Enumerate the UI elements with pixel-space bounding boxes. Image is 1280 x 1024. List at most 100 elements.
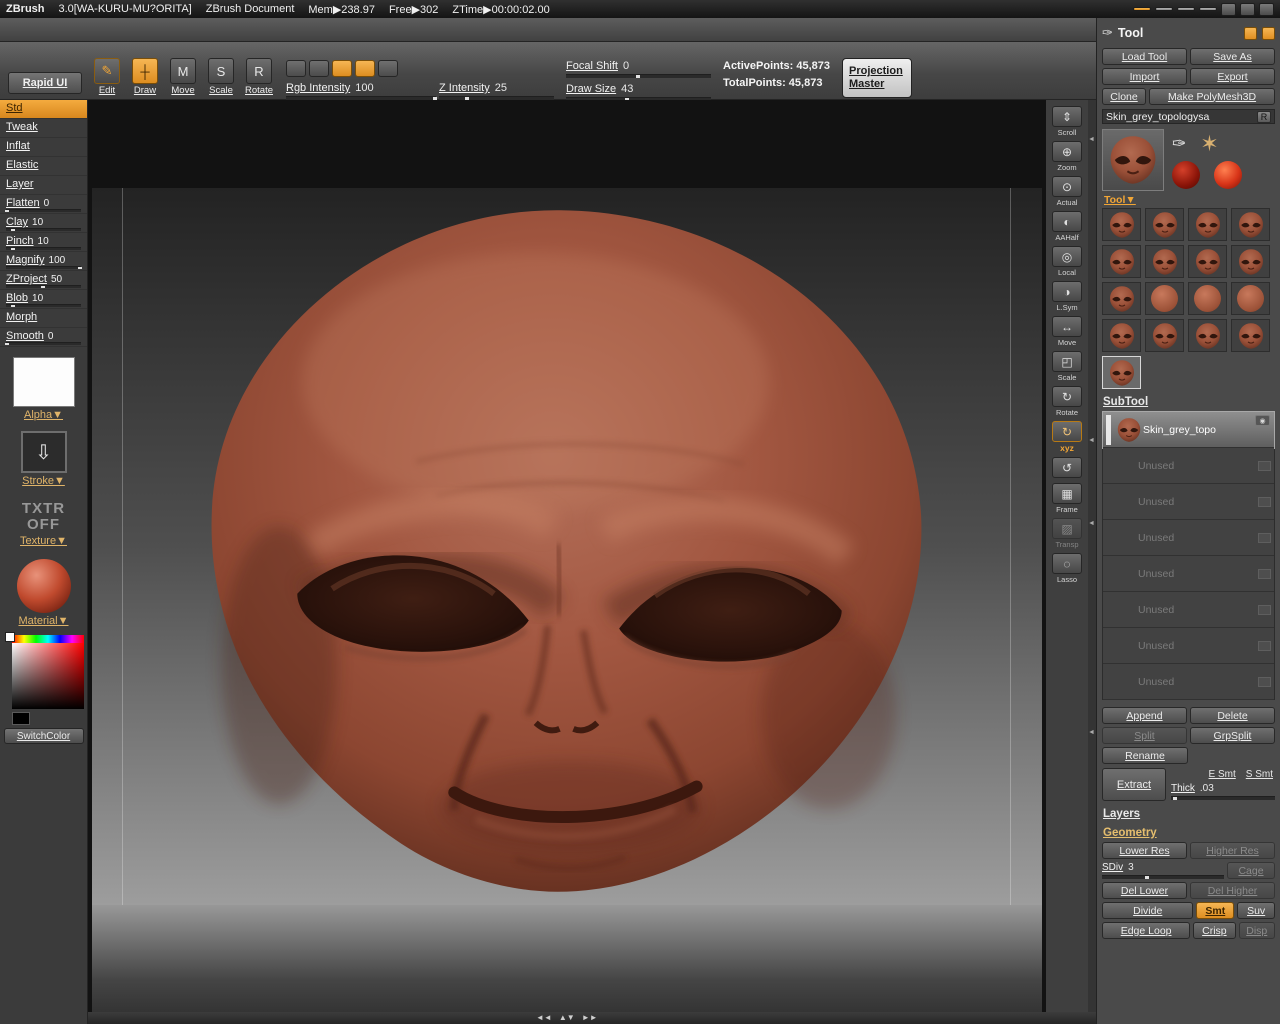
transform-mode-button[interactable]: M Move [168,58,198,96]
brush-preset-item[interactable]: Layer [0,176,87,195]
subtool-item-unused[interactable]: Unused [1103,484,1274,520]
main-color-swatch[interactable] [12,712,30,725]
tool-inventory-thumbnail[interactable] [1188,245,1227,278]
texture-off-indicator[interactable]: TXTR OFF [16,501,72,533]
right-shelf-button[interactable]: ↺ [1052,457,1082,479]
tool-inventory-thumbnail[interactable] [1102,208,1141,241]
right-shelf-button[interactable]: ↻ xyz [1052,421,1082,453]
focal-shift-slider[interactable]: Focal Shift0 [566,60,711,78]
subtool-section-header[interactable]: SubTool [1103,396,1275,408]
tool-inventory-thumbnail[interactable] [1188,208,1227,241]
simplebrush-tool-icon[interactable]: ✑ [1172,134,1186,154]
sculpt-mode-toggle[interactable] [355,60,375,77]
transform-mode-button[interactable]: S Scale [206,58,236,96]
transform-mode-button[interactable]: R Rotate [244,58,274,96]
subtool-item-unused[interactable]: Unused [1103,556,1274,592]
delete-button[interactable]: Delete [1190,707,1275,724]
brush-preset-item[interactable]: Clay10 [0,214,87,233]
projection-master-button[interactable]: Projection Master [842,58,912,98]
transform-mode-button[interactable]: ┼ Draw [130,58,160,96]
hue-strip[interactable] [12,635,84,643]
brush-preset-item[interactable]: Std [0,100,87,119]
lower-res-button[interactable]: Lower Res [1102,842,1187,859]
right-shelf-button[interactable]: ▦ Frame [1052,483,1082,514]
right-shelf-button[interactable]: ▨ Transp [1052,518,1082,549]
right-shelf-button[interactable]: ◰ Scale [1052,351,1082,382]
material-paint-toggle[interactable] [286,60,306,77]
tool-inventory-thumbnail[interactable] [1145,319,1184,352]
brush-preset-item[interactable]: Blob10 [0,290,87,309]
alpha-thumbnail[interactable] [13,357,75,407]
make-polymesh3d-button[interactable]: Make PolyMesh3D [1149,88,1275,105]
subtool-item-unused[interactable]: Unused [1103,664,1274,700]
material-paint-toggle[interactable] [309,60,329,77]
right-shelf-button[interactable]: ⇕ Scroll [1052,106,1082,137]
right-shelf-button[interactable]: ↻ Rotate [1052,386,1082,417]
sdiv-slider[interactable]: SDiv3 [1102,862,1224,879]
append-button[interactable]: Append [1102,707,1187,724]
tool-inventory-thumbnail[interactable] [1231,282,1270,315]
material-thumbnail[interactable] [17,559,71,613]
higher-res-button[interactable]: Higher Res [1190,842,1275,859]
titlebar-button[interactable] [1177,7,1195,11]
grpsplit-button[interactable]: GrpSplit [1190,727,1275,744]
material-flyout-label[interactable]: Material▼ [0,615,87,627]
sculpt-mode-toggle[interactable] [378,60,398,77]
subtool-item-unused[interactable]: Unused [1103,628,1274,664]
subtool-item-unused[interactable]: Unused [1103,592,1274,628]
ssmt-toggle[interactable]: S Smt [1246,769,1273,780]
stroke-flyout-label[interactable]: Stroke▼ [0,475,87,487]
window-control-icon[interactable] [1221,3,1236,16]
secondary-color-swatch[interactable] [5,632,15,642]
collapse-arrow-icon[interactable]: ◄ [1088,437,1095,444]
switch-color-button[interactable]: SwitchColor [4,728,84,744]
right-shelf-button[interactable]: ◎ Local [1052,246,1082,277]
brush-preset-item[interactable]: Morph [0,309,87,328]
layers-section-header[interactable]: Layers [1103,808,1275,820]
color-picker[interactable] [12,635,84,709]
window-control-icon[interactable] [1240,3,1255,16]
tool-inventory-thumbnail[interactable] [1188,319,1227,352]
scroll-left-arrows[interactable]: ◄◄ [536,1013,552,1022]
window-control-icon[interactable] [1259,3,1274,16]
brush-preset-item[interactable]: Magnify100 [0,252,87,271]
clone-button[interactable]: Clone [1102,88,1146,105]
del-higher-button[interactable]: Del Higher [1190,882,1275,899]
star-tool-icon[interactable]: ✶ [1200,131,1218,157]
brush-preset-item[interactable]: ZProject50 [0,271,87,290]
disp-toggle[interactable]: Disp [1239,922,1276,939]
brush-preset-item[interactable]: Pinch10 [0,233,87,252]
tool-inventory-thumbnail[interactable] [1231,208,1270,241]
geometry-section-header[interactable]: Geometry [1103,827,1275,839]
document-canvas[interactable] [88,100,1046,1012]
collapse-arrow-icon[interactable]: ◄ [1088,136,1095,143]
transform-mode-button[interactable]: ✎ Edit [92,58,122,96]
collapse-arrow-icon[interactable]: ◄ [1088,729,1095,736]
palette-header-icon-button[interactable] [1244,27,1257,40]
rename-button[interactable]: Rename [1102,747,1188,764]
tool-inventory-thumbnail[interactable] [1102,245,1141,278]
import-button[interactable]: Import [1102,68,1187,85]
alien-head-sculpt[interactable] [188,196,943,906]
subtool-item-unused[interactable]: Unused [1103,520,1274,556]
brush-preset-item[interactable]: Smooth0 [0,328,87,347]
cage-button[interactable]: Cage [1227,862,1275,879]
titlebar-button[interactable] [1155,7,1173,11]
esmt-toggle[interactable]: E Smt [1209,769,1236,780]
stroke-thumbnail[interactable]: ⇩ [21,431,67,473]
scroll-right-arrows[interactable]: ►► [582,1013,598,1022]
alpha-flyout-label[interactable]: Alpha▼ [0,409,87,421]
tool-inventory-thumbnail[interactable] [1145,208,1184,241]
active-tool-thumbnail[interactable] [1102,129,1164,191]
tool-config-button[interactable]: R [1257,111,1271,123]
suv-toggle[interactable]: Suv [1237,902,1275,919]
rapid-ui-button[interactable]: Rapid UI [8,72,82,94]
load-tool-button[interactable]: Load Tool [1102,48,1187,65]
tool-inventory-thumbnail[interactable] [1231,319,1270,352]
right-shelf-button[interactable]: ◌ Lasso [1052,553,1082,584]
thick-slider[interactable]: Thick.03 [1171,783,1275,800]
titlebar-button[interactable] [1133,7,1151,11]
right-shelf-button[interactable]: ◐ AAHalf [1052,211,1082,242]
right-shelf-button[interactable]: ⊕ Zoom [1052,141,1082,172]
right-shelf-button[interactable]: ↔ Move [1052,316,1082,347]
